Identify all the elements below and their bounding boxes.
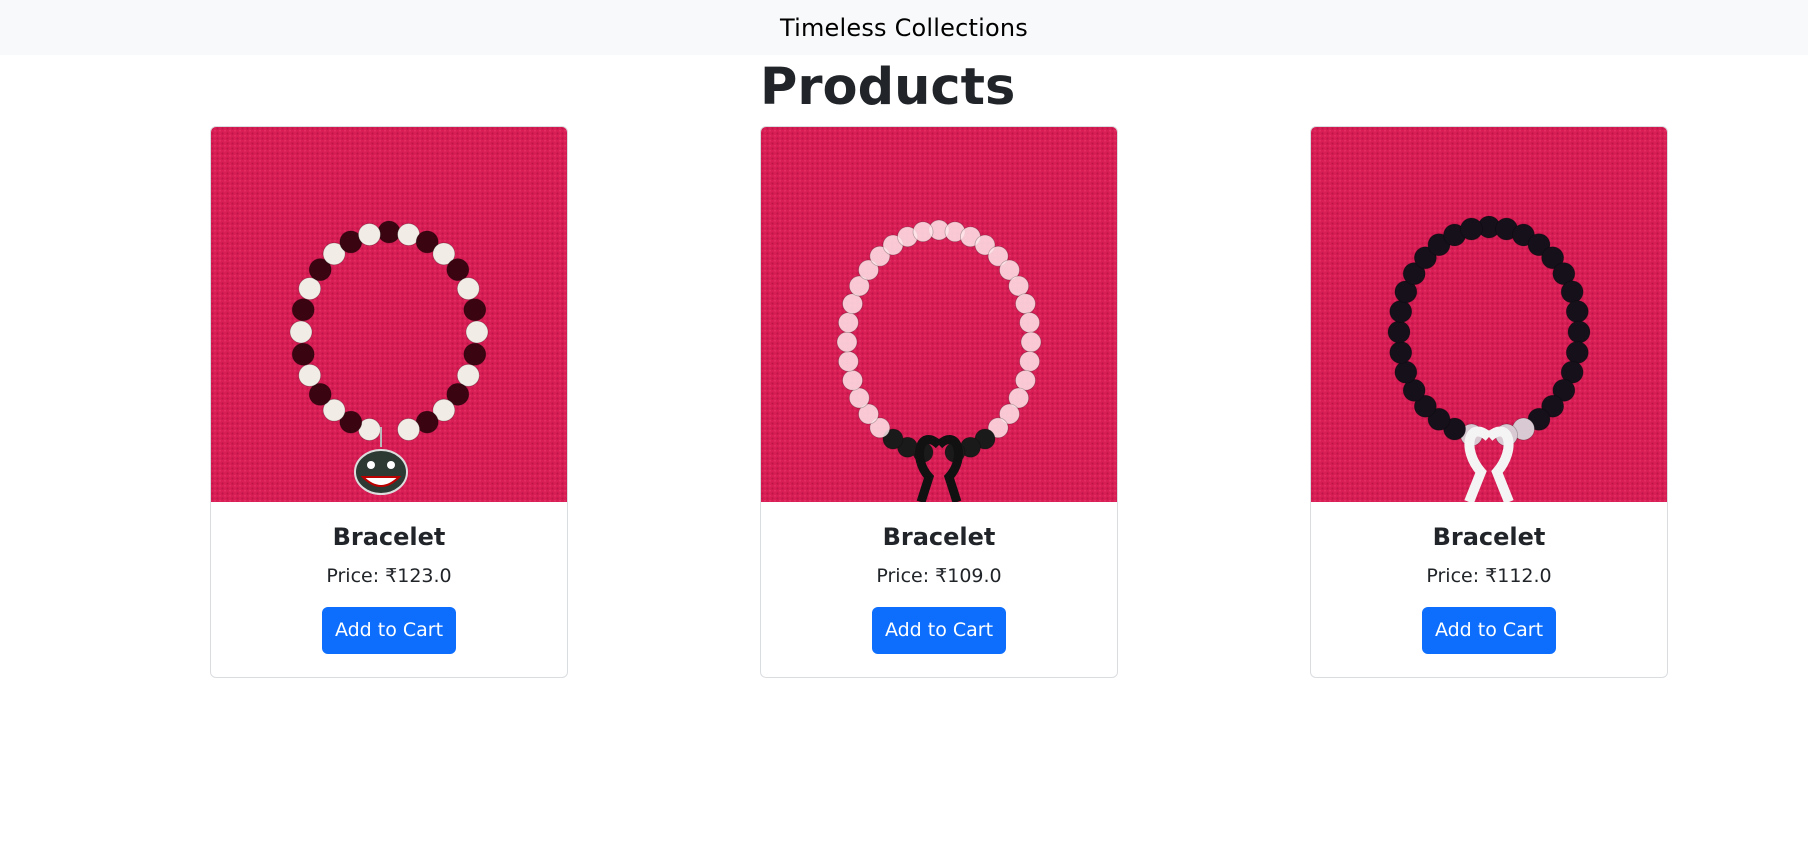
add-to-cart-button[interactable]: Add to Cart	[872, 607, 1006, 654]
navbar: Timeless Collections	[0, 0, 1808, 55]
add-to-cart-button[interactable]: Add to Cart	[1422, 607, 1556, 654]
product-image	[761, 127, 1117, 502]
product-card: Bracelet Price: ₹112.0 Add to Cart	[1310, 126, 1668, 678]
brand-link[interactable]: Timeless Collections	[780, 14, 1028, 42]
product-title: Bracelet	[1432, 523, 1546, 551]
product-price: Price: ₹109.0	[876, 565, 1002, 587]
product-image	[211, 127, 567, 502]
product-image	[1311, 127, 1667, 502]
product-title: Bracelet	[882, 523, 996, 551]
page-title: Products	[760, 58, 1016, 117]
product-title: Bracelet	[332, 523, 446, 551]
add-to-cart-button[interactable]: Add to Cart	[322, 607, 456, 654]
product-card: Bracelet Price: ₹123.0 Add to Cart	[210, 126, 568, 678]
product-price: Price: ₹123.0	[326, 565, 452, 587]
product-price: Price: ₹112.0	[1426, 565, 1552, 587]
product-card: Bracelet Price: ₹109.0 Add to Cart	[760, 126, 1118, 678]
